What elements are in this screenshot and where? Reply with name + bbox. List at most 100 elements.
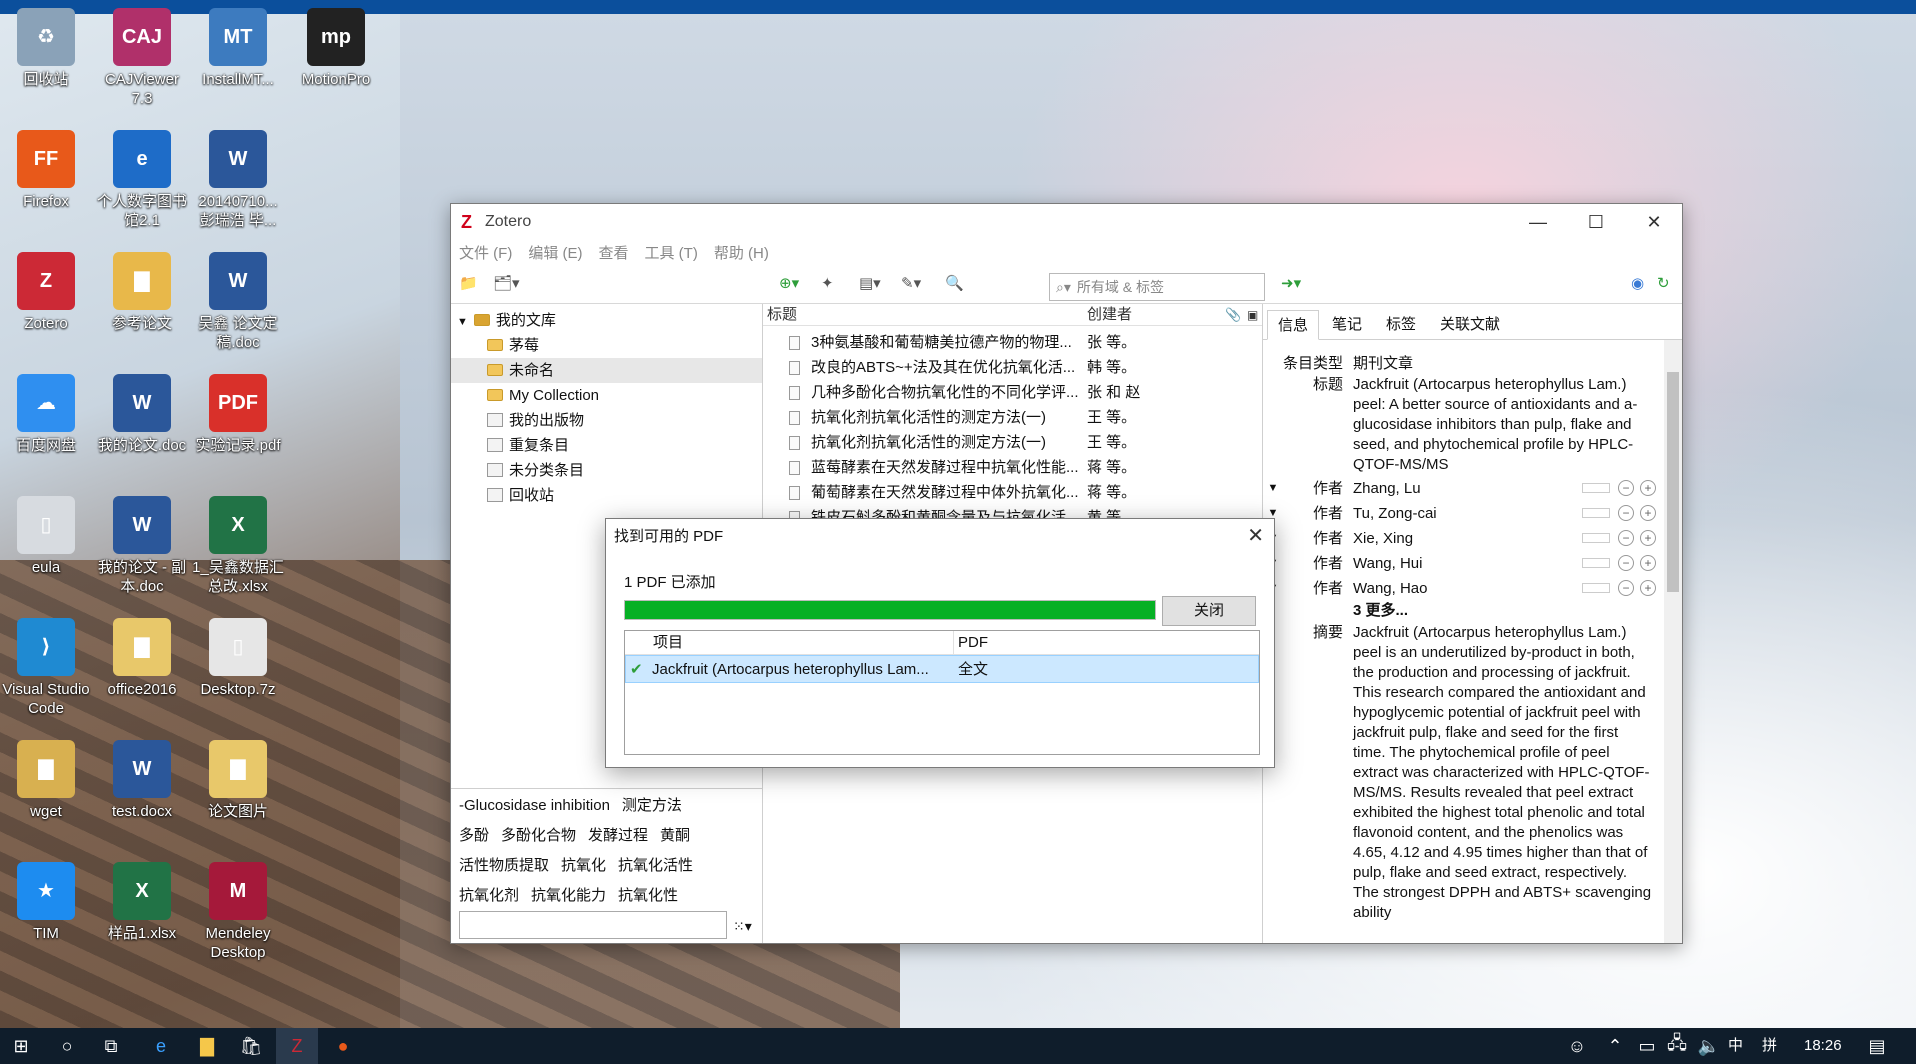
attachment-icon[interactable]: ✎▾ [901,274,921,294]
item-row[interactable]: 3种氨基酸和葡萄糖美拉德产物的物理... 张 等。 [763,330,1262,355]
item-type-value[interactable]: 期刊文章 [1353,354,1662,374]
new-collection-icon[interactable]: 📁 [459,274,478,294]
desktop-icon[interactable]: MT InstallMT... [192,8,284,89]
title-value[interactable]: Jackfruit (Artocarpus heterophyllus Lam.… [1353,375,1662,475]
item-pane-tab[interactable]: 笔记 [1321,309,1373,339]
menu-item[interactable]: 文件 (F) [459,242,512,263]
item-pane-tab[interactable]: 关联文献 [1429,309,1511,339]
collection-item[interactable]: 茅莓 [451,333,762,358]
start-icon[interactable]: ⊞ [0,1028,42,1064]
tag[interactable]: 测定方法 [622,797,682,814]
item-row[interactable]: 改良的ABTS~+法及其在优化抗氧化活... 韩 等。 [763,355,1262,380]
tag[interactable]: 黄酮 [660,827,690,844]
column-title[interactable]: 标题 [767,304,797,326]
new-item-icon[interactable]: ⊕▾ [779,274,799,294]
sync-status-icon[interactable]: ◉ [1631,274,1644,294]
edge-icon[interactable]: e [140,1028,182,1064]
desktop-icon[interactable]: ⟩ Visual Studio Code [0,618,92,718]
name-mode-switch[interactable] [1582,558,1610,568]
attachment-column-icon[interactable]: 📎 [1225,304,1241,326]
desktop-icon[interactable]: ★ TIM [0,862,92,943]
collection-item[interactable]: 未分类条目 [451,458,762,483]
desktop-icon[interactable]: ☁ 百度网盘 [0,374,92,455]
volume-icon[interactable]: 🔈 [1688,1028,1730,1064]
collection-root[interactable]: ▼ 我的文库 [451,308,762,333]
desktop-icon[interactable]: Z Zotero [0,252,92,333]
add-author-icon[interactable]: + [1640,555,1656,571]
desktop-icon[interactable]: mp MotionPro [290,8,382,89]
result-row[interactable]: ✔ Jackfruit (Artocarpus heterophyllus La… [625,655,1259,683]
tag[interactable]: 抗氧化活性 [618,857,693,874]
desktop-icon[interactable]: ▯ eula [0,496,92,577]
remove-author-icon[interactable]: − [1618,555,1634,571]
file-explorer-icon[interactable]: ▇ [186,1028,228,1064]
advanced-search-icon[interactable]: 🔍 [945,274,964,294]
author-name[interactable]: Wang, Hui [1353,551,1582,576]
author-name[interactable]: Tu, Zong-cai [1353,501,1582,526]
menu-item[interactable]: 编辑 (E) [528,242,582,263]
collection-item[interactable]: 重复条目 [451,433,762,458]
people-icon[interactable]: ☺ [1556,1028,1598,1064]
item-row[interactable]: 抗氧化剂抗氧化活性的测定方法(一) 王 等。 [763,430,1262,455]
desktop-icon[interactable]: ▇ wget [0,740,92,821]
item-pane-tab[interactable]: 标签 [1375,309,1427,339]
locate-icon[interactable]: ➜▾ [1281,274,1301,294]
name-mode-switch[interactable] [1582,483,1610,493]
desktop-icon[interactable]: ▇ 参考论文 [96,252,188,333]
tag[interactable]: 发酵过程 [588,827,648,844]
tag[interactable]: 抗氧化性 [618,887,678,904]
firefox-taskbar-icon[interactable]: ● [322,1028,364,1064]
tag[interactable]: 多酚 [459,827,489,844]
desktop-icon[interactable]: X 1_吴鑫数据汇总改.xlsx [192,496,284,596]
desktop-icon[interactable]: Wtest.docx [96,740,188,821]
clock[interactable]: 18:26 [1804,1028,1842,1064]
more-authors-label[interactable]: 3 更多... [1353,601,1662,621]
maximize-button[interactable]: ☐ [1567,204,1625,240]
creator-type-toggle-icon[interactable]: ▼ [1263,476,1283,501]
tag[interactable]: 抗氧化能力 [531,887,606,904]
add-author-icon[interactable]: + [1640,530,1656,546]
desktop-icon[interactable]: ▯ Desktop.7z [192,618,284,699]
item-pane-tab[interactable]: 信息 [1267,310,1320,340]
column-creator[interactable]: 创建者 [1087,304,1132,326]
tag[interactable]: -Glucosidase inhibition [459,797,610,814]
tag[interactable]: 抗氧化 [561,857,606,874]
minimize-button[interactable]: — [1509,204,1567,240]
dialog-close-icon[interactable]: ✕ [1247,519,1264,553]
remove-author-icon[interactable]: − [1618,480,1634,496]
search-input[interactable]: ⌕▾ 所有域 & 标签 [1049,273,1265,301]
close-window-button[interactable]: ✕ [1625,204,1683,240]
column-picker-icon[interactable]: ▣ [1247,304,1258,326]
zotero-taskbar-icon[interactable]: Z [276,1028,318,1064]
menu-item[interactable]: 工具 (T) [645,242,698,263]
desktop-icon[interactable]: W 20140710...彭瑞浩 毕... [192,130,284,230]
tag-filter-input[interactable] [459,911,727,939]
author-name[interactable]: Zhang, Lu [1353,476,1582,501]
remove-author-icon[interactable]: − [1618,505,1634,521]
item-row[interactable]: 葡萄酵素在天然发酵过程中体外抗氧化... 蒋 等。 [763,480,1262,505]
remove-author-icon[interactable]: − [1618,530,1634,546]
ime-indicator[interactable]: 中 [1728,1028,1743,1064]
menu-item[interactable]: 帮助 (H) [714,242,769,263]
desktop-icon[interactable]: M Mendeley Desktop [192,862,284,962]
menu-item[interactable]: 查看 [599,242,629,263]
add-author-icon[interactable]: + [1640,505,1656,521]
name-mode-switch[interactable] [1582,583,1610,593]
add-author-icon[interactable]: + [1640,580,1656,596]
tag-actions-icon[interactable]: ⁙▾ [733,918,752,935]
item-row[interactable]: 蓝莓酵素在天然发酵过程中抗氧化性能... 蒋 等。 [763,455,1262,480]
tag[interactable]: 抗氧化剂 [459,887,519,904]
desktop-icon[interactable]: PDF 实验记录.pdf [192,374,284,455]
ime-mode[interactable]: 拼 [1762,1028,1777,1064]
desktop-icon[interactable]: FF Firefox [0,130,92,211]
new-note-icon[interactable]: ▤▾ [859,274,881,294]
more-authors[interactable]: 3 更多... [1263,601,1662,621]
task-view-icon[interactable]: ⧉ [90,1028,132,1064]
abstract-value[interactable]: Jackfruit (Artocarpus heterophyllus Lam.… [1353,623,1662,923]
author-name[interactable]: Xie, Xing [1353,526,1582,551]
collection-item[interactable]: 未命名 [451,358,762,383]
name-mode-switch[interactable] [1582,508,1610,518]
item-row[interactable]: 抗氧化剂抗氧化活性的测定方法(一) 王 等。 [763,405,1262,430]
desktop-icon[interactable]: W 我的论文 - 副本.doc [96,496,188,596]
desktop-icon[interactable]: W 吴鑫 论文定稿.doc [192,252,284,352]
